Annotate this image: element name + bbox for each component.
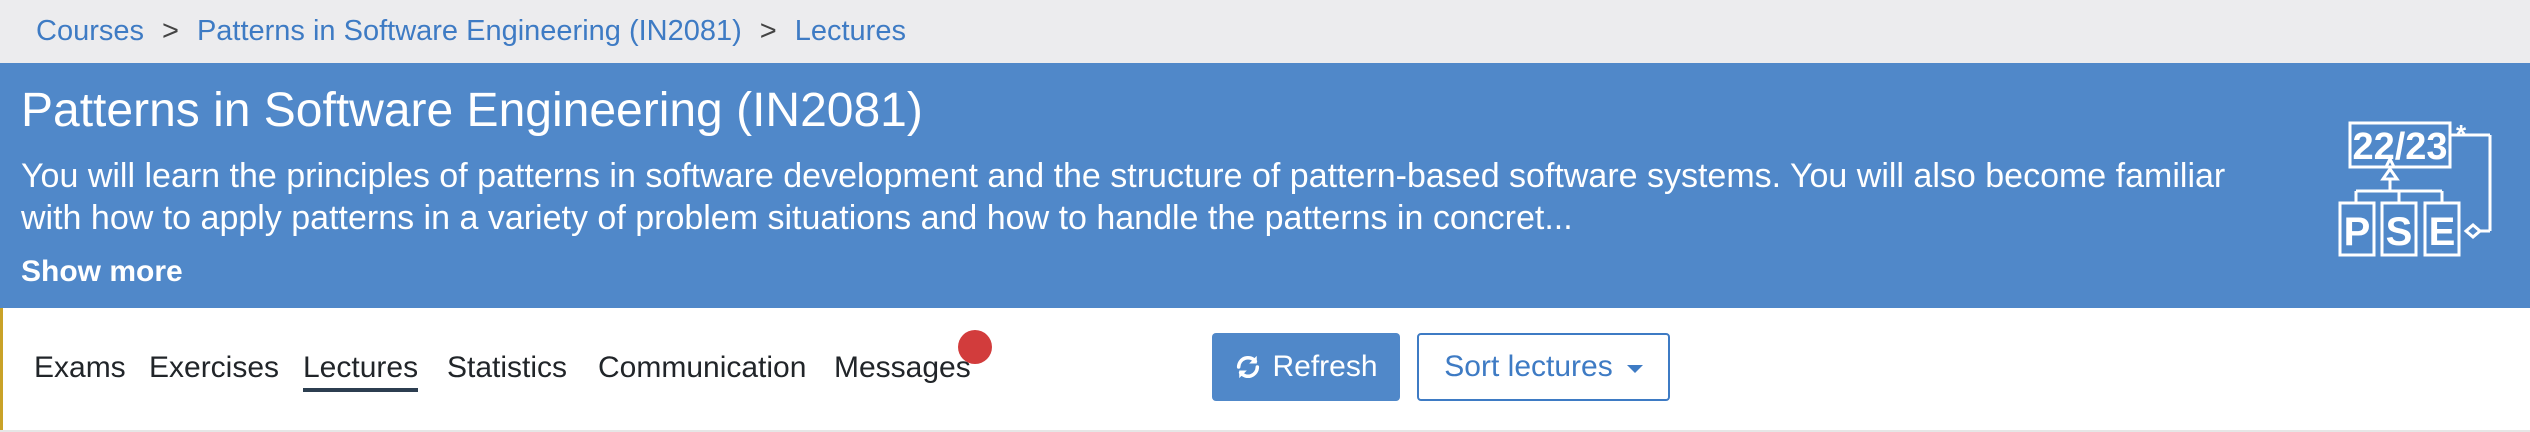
breadcrumb-lectures[interactable]: Lectures (795, 15, 906, 48)
breadcrumb-separator: > (162, 15, 179, 47)
refresh-button[interactable]: Refresh (1212, 333, 1400, 401)
tab-exercises[interactable]: Exercises (149, 351, 279, 385)
breadcrumb: Courses > Patterns in Software Engineeri… (0, 0, 2530, 63)
logo-semester: 22/23 (2352, 126, 2447, 168)
course-title: Patterns in Software Engineering (IN2081… (21, 84, 923, 137)
sort-lectures-dropdown[interactable]: Sort lectures (1417, 333, 1670, 401)
show-more-link[interactable]: Show more (21, 255, 183, 289)
tab-lectures[interactable]: Lectures (303, 351, 419, 392)
logo-letter-e: E (2429, 210, 2456, 254)
breadcrumb-courses[interactable]: Courses (36, 15, 144, 48)
refresh-button-label: Refresh (1272, 350, 1378, 383)
course-tabs: Exams Exercises Lectures Statistics Comm… (0, 308, 2530, 432)
sort-lectures-label: Sort lectures (1444, 350, 1613, 383)
refresh-icon (1237, 355, 1260, 379)
logo-star: * (2456, 119, 2467, 149)
breadcrumb-separator: > (759, 15, 777, 47)
breadcrumb-course[interactable]: Patterns in Software Engineering (IN2081… (197, 15, 742, 48)
logo-letter-p: P (2344, 210, 2371, 254)
course-description: You will learn the principles of pattern… (21, 157, 2226, 237)
caret-down-icon (1626, 365, 1643, 373)
tab-communication[interactable]: Communication (598, 351, 806, 385)
tab-messages[interactable]: Messages (834, 351, 971, 385)
course-logo: 22/23 * P S E (2338, 119, 2492, 257)
logo-letter-s: S (2386, 210, 2413, 254)
course-header: Patterns in Software Engineering (IN2081… (0, 63, 2530, 308)
tab-statistics[interactable]: Statistics (447, 351, 567, 385)
messages-notification-badge (958, 330, 992, 364)
tab-exams[interactable]: Exams (34, 351, 126, 385)
